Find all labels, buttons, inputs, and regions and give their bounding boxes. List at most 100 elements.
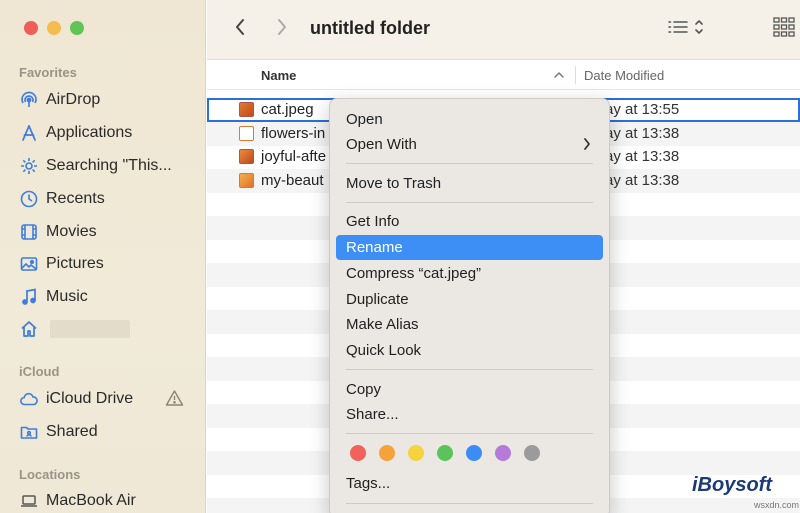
sidebar-item-music[interactable]: Music: [18, 284, 198, 310]
shared-folder-icon: [18, 421, 40, 443]
window-title: untitled folder: [310, 18, 430, 38]
menu-item-label: Get Info: [346, 213, 400, 230]
redacted-username: [50, 320, 130, 338]
sidebar-item-recents[interactable]: Recents: [18, 186, 198, 212]
menu-item-copy[interactable]: Copy: [336, 377, 603, 402]
sidebar-item-label: iCloud Drive: [46, 390, 134, 407]
sidebar-item-label: Recents: [46, 190, 105, 207]
tag-gray[interactable]: [524, 445, 540, 461]
sidebar-item-label: Searching "This...: [46, 157, 172, 174]
chevron-up-icon[interactable]: [553, 66, 565, 89]
menu-item-label: Make Alias: [346, 316, 419, 333]
sidebar-item-label: Pictures: [46, 255, 104, 272]
gear-icon: [18, 155, 40, 177]
menu-item-duplicate[interactable]: Duplicate: [336, 287, 603, 312]
tag-color-row: [350, 445, 540, 461]
column-date-modified-header[interactable]: Date Modified: [584, 68, 664, 83]
chevron-right-icon: [276, 18, 288, 41]
pictures-icon: [18, 253, 40, 275]
menu-item-label: Tags...: [346, 475, 391, 492]
group-view-button[interactable]: [773, 16, 795, 43]
clock-icon: [18, 188, 40, 210]
tag-orange[interactable]: [379, 445, 395, 461]
image-file-icon: [239, 149, 254, 164]
sidebar-item-movies[interactable]: Movies: [18, 219, 198, 245]
sidebar-item-airdrop[interactable]: AirDrop: [18, 87, 198, 113]
menu-item-tags[interactable]: Tags...: [336, 471, 603, 496]
sidebar-item-applications[interactable]: Applications: [18, 120, 198, 146]
file-name: my-beaut: [261, 172, 324, 189]
menu-item-label: Move to Trash: [346, 175, 442, 192]
menu-item-label: Quick Look: [346, 342, 422, 359]
image-file-icon: [239, 173, 254, 188]
menu-item-label: Open With: [346, 136, 417, 153]
file-date: ay at 13:38: [605, 172, 680, 189]
menu-item-share[interactable]: Share...: [336, 402, 603, 427]
forward-button[interactable]: [269, 16, 295, 42]
menu-item-rename[interactable]: Rename: [336, 235, 603, 260]
menu-item-label: Copy: [346, 381, 382, 398]
sidebar-item-label: Shared: [46, 423, 98, 440]
tag-green[interactable]: [437, 445, 453, 461]
file-name: cat.jpeg: [261, 101, 314, 118]
file-date: ay at 13:55: [605, 101, 680, 118]
airdrop-icon: [18, 89, 40, 111]
chevron-up-down-icon: [694, 18, 704, 41]
brand-watermark: iBoysoft: [692, 474, 772, 496]
menu-item-label: Duplicate: [346, 291, 409, 308]
minimize-window-button[interactable]: [47, 21, 61, 35]
sidebar-item-home[interactable]: [18, 316, 198, 342]
list-view-icon: [667, 18, 689, 41]
sidebar-item-shared[interactable]: Shared: [18, 419, 198, 445]
file-date: ay at 13:38: [605, 125, 680, 142]
menu-item-open-with[interactable]: Open With: [336, 132, 603, 157]
laptop-icon: [18, 490, 40, 512]
menu-item-quick-look[interactable]: Quick Look: [336, 338, 603, 363]
warning-icon[interactable]: [165, 389, 184, 412]
sidebar: Favorites AirDrop Applications Searching…: [0, 0, 206, 513]
grid-icon: [773, 16, 795, 43]
zoom-window-button[interactable]: [70, 21, 84, 35]
menu-item-get-info[interactable]: Get Info: [336, 209, 603, 234]
sidebar-item-label: AirDrop: [46, 91, 101, 108]
tag-blue[interactable]: [466, 445, 482, 461]
icloud-section-title: iCloud: [19, 364, 60, 379]
sidebar-item-pictures[interactable]: Pictures: [18, 251, 198, 277]
column-divider[interactable]: [575, 66, 576, 84]
sidebar-item-label: Movies: [46, 223, 97, 240]
view-options-button[interactable]: [667, 18, 704, 41]
sidebar-item-searching[interactable]: Searching "This...: [18, 153, 198, 179]
locations-section-title: Locations: [19, 467, 81, 482]
context-menu: Open Open With Move to Trash Get Info Re…: [329, 98, 610, 513]
menu-item-label: Share...: [346, 406, 399, 423]
close-window-button[interactable]: [24, 21, 38, 35]
home-icon: [18, 318, 40, 340]
sidebar-item-label: Applications: [46, 124, 133, 141]
window-controls: [24, 21, 84, 35]
menu-separator: [346, 163, 593, 164]
tag-purple[interactable]: [495, 445, 511, 461]
tag-yellow[interactable]: [408, 445, 424, 461]
menu-item-move-to-trash[interactable]: Move to Trash: [336, 171, 603, 196]
cloud-icon: [18, 388, 40, 410]
column-name-header[interactable]: Name: [261, 68, 296, 83]
movies-icon: [18, 221, 40, 243]
sidebar-item-macbook-air[interactable]: MacBook Air: [18, 488, 198, 513]
sidebar-item-label: Music: [46, 288, 88, 305]
menu-item-open[interactable]: Open: [336, 107, 603, 132]
chevron-left-icon: [234, 18, 246, 41]
image-file-icon: [239, 102, 254, 117]
menu-separator: [346, 433, 593, 434]
sidebar-item-icloud-drive[interactable]: iCloud Drive: [18, 386, 198, 412]
menu-item-compress[interactable]: Compress “cat.jpeg”: [336, 261, 603, 286]
applications-icon: [18, 122, 40, 144]
favorites-section-title: Favorites: [19, 65, 77, 80]
menu-separator: [346, 202, 593, 203]
column-header: Name Date Modified: [207, 60, 800, 90]
menu-separator: [346, 503, 593, 504]
back-button[interactable]: [227, 16, 253, 42]
file-name: flowers-in: [261, 125, 326, 142]
menu-item-make-alias[interactable]: Make Alias: [336, 312, 603, 337]
menu-item-label: Compress “cat.jpeg”: [346, 265, 482, 282]
tag-red[interactable]: [350, 445, 366, 461]
